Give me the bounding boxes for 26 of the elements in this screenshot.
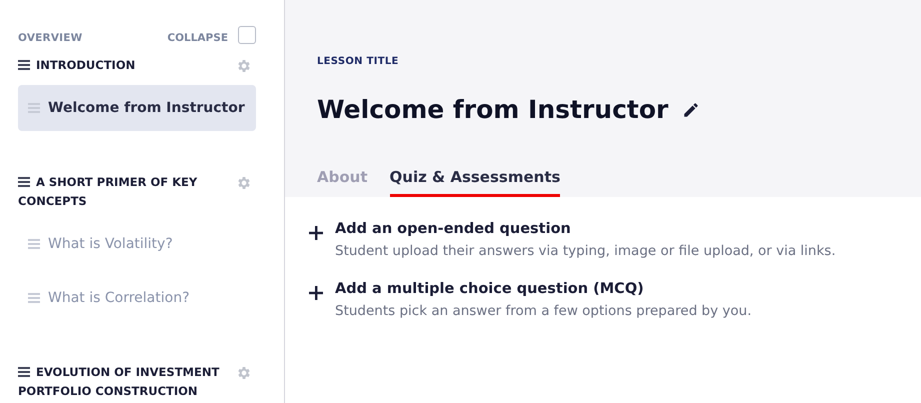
settings-icon[interactable] xyxy=(236,58,252,74)
drag-handle-icon[interactable] xyxy=(28,293,40,303)
pencil-icon[interactable] xyxy=(682,100,700,118)
lesson-item[interactable]: Welcome from Instructor xyxy=(18,85,256,131)
settings-icon[interactable] xyxy=(236,175,252,191)
section-title[interactable]: EVOLUTION OF INVESTMENT PORTFOLIO CONSTRUCTION xyxy=(18,363,228,401)
overview-label: OVERVIEW xyxy=(18,32,82,44)
action-description: Students pick an answer from a few options prepared by you. xyxy=(335,303,753,319)
plus-icon[interactable] xyxy=(309,226,323,240)
tab[interactable]: Quiz & Assessments xyxy=(390,168,560,197)
plus-icon[interactable] xyxy=(309,286,323,300)
section-title[interactable]: INTRODUCTION xyxy=(18,56,228,75)
collapse-checkbox[interactable] xyxy=(238,26,256,44)
action-title[interactable]: Add a multiple choice question (MCQ) xyxy=(335,281,921,297)
drag-handle-icon[interactable] xyxy=(28,239,40,249)
settings-icon[interactable] xyxy=(236,365,252,381)
lesson-title: Welcome from Instructor xyxy=(317,95,668,124)
drag-handle-icon[interactable] xyxy=(18,367,30,377)
action-description: Student upload their answers via typing, image or file upload, or via links. xyxy=(335,243,837,259)
action-title[interactable]: Add an open-ended question xyxy=(335,221,921,237)
lesson-title-label: LESSON TITLE xyxy=(317,56,400,67)
drag-handle-icon[interactable] xyxy=(28,103,40,113)
collapse-label: COLLAPSE xyxy=(167,32,228,44)
drag-handle-icon[interactable] xyxy=(18,60,30,70)
section-title[interactable]: A SHORT PRIMER OF KEY CONCEPTS xyxy=(18,173,228,211)
drag-handle-icon[interactable] xyxy=(18,177,30,187)
